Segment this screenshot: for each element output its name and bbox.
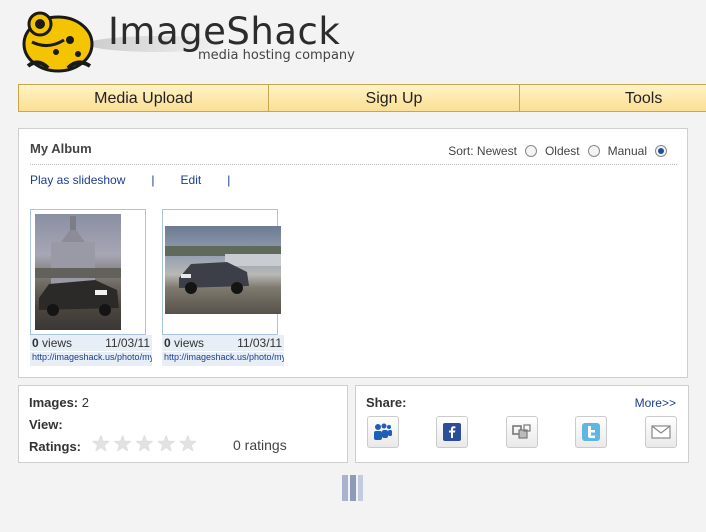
email-icon xyxy=(651,425,671,439)
main-nav: Media Upload Sign Up Tools xyxy=(18,84,706,112)
images-row: Images: 2 xyxy=(29,395,89,410)
view-count: 0 views xyxy=(164,336,205,350)
thumbnail-frame[interactable] xyxy=(30,209,146,335)
car-photo xyxy=(35,214,121,330)
nav-sign-up[interactable]: Sign Up xyxy=(269,85,520,111)
imageshack-logo[interactable]: ImageShack media hosting company xyxy=(18,6,378,78)
share-more-link[interactable]: More>> xyxy=(635,396,676,410)
star-icon[interactable]: ★ xyxy=(178,433,198,455)
view-row: View: xyxy=(29,417,63,432)
facebook-icon xyxy=(443,423,461,441)
star-icon[interactable]: ★ xyxy=(134,433,154,455)
image-url-link[interactable]: http://imageshack.us/photo/my-images/ xyxy=(30,352,152,366)
digg-icon xyxy=(512,424,531,439)
upload-date: 11/03/11 xyxy=(237,336,282,350)
title-divider xyxy=(30,164,677,165)
facebook-share-button[interactable] xyxy=(436,416,468,448)
ratings-count: 0 ratings xyxy=(233,437,287,453)
sort-oldest-radio[interactable] xyxy=(587,145,600,157)
images-count: 2 xyxy=(81,395,89,410)
ratings-label: Ratings: xyxy=(29,439,81,454)
album-title: My Album xyxy=(30,141,92,156)
upload-date: 11/03/11 xyxy=(105,336,150,350)
thumbnail-meta: 0 views 11/03/11 xyxy=(162,335,284,351)
slideshow-link[interactable]: Play as slideshow xyxy=(30,173,125,187)
album-actions: Play as slideshow | Edit | xyxy=(30,173,256,187)
album-thumbnail: 0 views 11/03/11 http://imageshack.us/ph… xyxy=(30,209,152,369)
edit-link[interactable]: Edit xyxy=(181,173,202,187)
rating-stars: ★ ★ ★ ★ ★ xyxy=(91,433,200,455)
album-thumbnail: 0 views 11/03/11 http://imageshack.us/ph… xyxy=(162,209,284,369)
myspace-icon xyxy=(374,423,392,440)
car-photo xyxy=(165,226,281,314)
images-label: Images: xyxy=(29,395,79,410)
view-label: View: xyxy=(29,417,63,432)
share-title: Share: xyxy=(366,395,407,410)
thumbnail-meta: 0 views 11/03/11 xyxy=(30,335,152,351)
link-separator: | xyxy=(227,173,231,187)
star-icon[interactable]: ★ xyxy=(91,433,111,455)
twitter-share-button[interactable] xyxy=(575,416,607,448)
sort-oldest-label: Oldest xyxy=(544,144,580,158)
myspace-share-button[interactable] xyxy=(367,416,399,448)
digg-share-button[interactable] xyxy=(506,416,538,448)
email-share-button[interactable] xyxy=(645,416,677,448)
sort-control: Sort: Newest Oldest Manual xyxy=(440,144,667,158)
thumbnail-frame[interactable] xyxy=(162,209,281,335)
image-url-link[interactable]: http://imageshack.us/photo/my-images/ xyxy=(162,352,284,366)
album-panel: My Album Sort: Newest Oldest Manual Play… xyxy=(18,128,688,378)
nav-tools[interactable]: Tools xyxy=(520,85,706,111)
ratings-row: Ratings: xyxy=(29,439,81,454)
sort-manual-label: Manual xyxy=(607,144,647,158)
twitter-icon xyxy=(582,423,600,441)
sort-newest-radio[interactable] xyxy=(524,145,537,157)
album-stats-panel: Images: 2 View: Ratings: ★ ★ ★ ★ ★ 0 rat… xyxy=(18,385,348,463)
share-panel: Share: More>> xyxy=(355,385,689,463)
nav-media-upload[interactable]: Media Upload xyxy=(19,85,269,111)
frog-icon xyxy=(22,11,94,73)
star-icon[interactable]: ★ xyxy=(156,433,176,455)
star-icon[interactable]: ★ xyxy=(113,433,133,455)
sort-newest-label: Sort: Newest xyxy=(448,144,517,158)
logo-title: ImageShack xyxy=(108,10,341,53)
view-count: 0 views xyxy=(32,336,73,350)
sort-manual-radio[interactable] xyxy=(655,145,667,157)
loading-indicator xyxy=(342,475,365,501)
link-separator: | xyxy=(151,173,155,187)
logo-subtitle: media hosting company xyxy=(198,48,355,63)
